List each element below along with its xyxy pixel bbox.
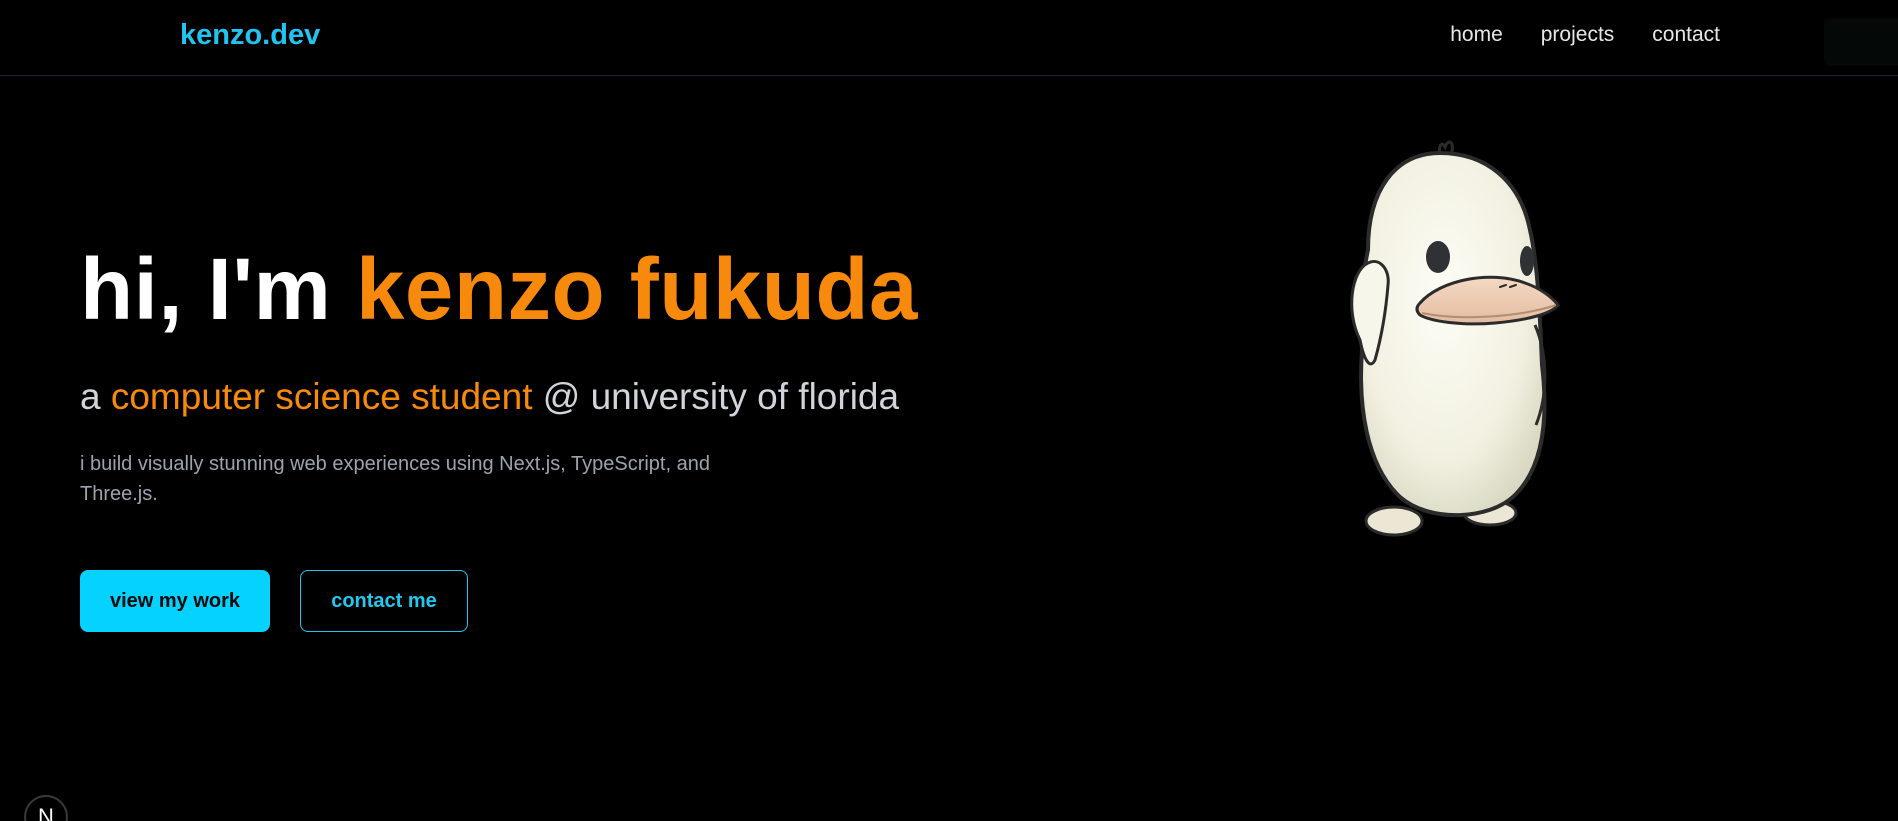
nav-links: home projects contact bbox=[1450, 20, 1720, 50]
view-my-work-button[interactable]: view my work bbox=[80, 570, 270, 632]
site-logo[interactable]: kenzo.dev bbox=[180, 15, 320, 55]
subtitle-prefix: a bbox=[80, 376, 111, 417]
subtitle-highlight: computer science student bbox=[110, 376, 533, 417]
subtitle-suffix: @ university of florida bbox=[532, 376, 900, 417]
nav-link-projects[interactable]: projects bbox=[1541, 20, 1615, 50]
duck-mascot-icon[interactable] bbox=[1290, 135, 1570, 545]
hero-description: i build visually stunning web experience… bbox=[80, 453, 710, 505]
contact-me-button[interactable]: contact me bbox=[300, 570, 468, 632]
nav-edge-shadow bbox=[1824, 18, 1898, 66]
hero-name: kenzo fukuda bbox=[356, 241, 918, 338]
nav-link-home[interactable]: home bbox=[1450, 20, 1503, 50]
hero-subtitle: a computer science student @ university … bbox=[80, 374, 899, 420]
hero-greeting: hi, I'm bbox=[80, 241, 357, 338]
page: kenzo.dev home projects contact hi, I'm … bbox=[0, 0, 1898, 821]
hero-title: hi, I'm kenzo fukuda bbox=[80, 240, 918, 340]
navbar: kenzo.dev home projects contact bbox=[0, 0, 1898, 76]
nav-link-contact[interactable]: contact bbox=[1652, 20, 1720, 50]
nextjs-dev-badge[interactable]: N bbox=[24, 795, 68, 821]
